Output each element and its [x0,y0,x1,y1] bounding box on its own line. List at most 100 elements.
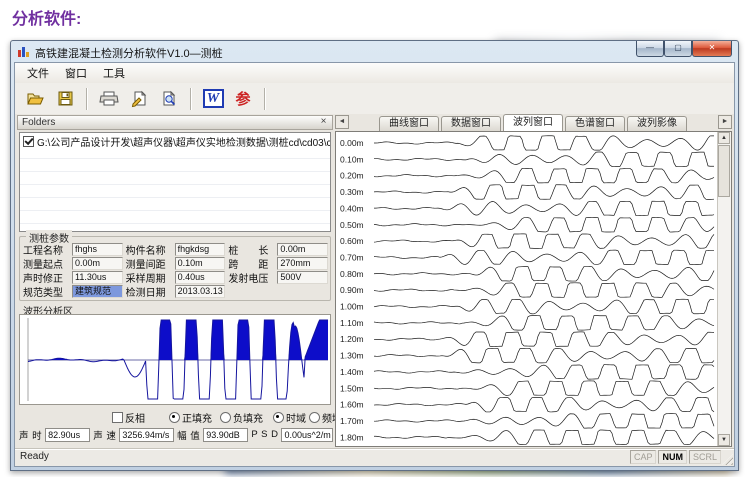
param-grid: 工程名称fhghs构件名称fhgkdsg桩 长0.00m测量起点0.00m测量间… [23,242,328,299]
param-label: 测量起点 [23,256,69,270]
parameter-button[interactable]: 参 [231,87,255,111]
print-setup-button[interactable] [127,87,151,111]
param-value[interactable]: 2013.03.13 [175,285,226,298]
param-field: 检测日期2013.03.13 [126,284,226,298]
tab-scroll-left-icon[interactable]: ◄ [335,115,349,129]
param-value[interactable]: 270mm [277,257,328,270]
depth-label: 0.20m [340,171,364,181]
measure-value[interactable]: 82.90us [45,428,90,442]
depth-label: 0.40m [340,203,364,213]
open-button[interactable] [23,87,47,111]
param-label: 规范类型 [23,284,69,298]
measure-value[interactable]: 3256.94m/s [119,428,174,442]
folder-path: G:\公司产品设计开发\超声仪器\超声仪实地检测数据\测桩cd\cd03\cd0… [37,134,330,148]
invert-checkbox[interactable] [112,412,123,423]
param-value[interactable]: 0.10m [175,257,226,270]
param-value[interactable]: fhgkdsg [175,243,226,256]
wave-train-plot: 0.00m0.10m0.20m0.30m0.40m0.50m0.60m0.70m… [336,132,718,446]
folders-close-icon[interactable]: × [317,116,330,129]
window-titlebar[interactable]: 高铁建混凝土检测分析软件V1.0—测桩 — ▢ ✕ [11,41,738,62]
print-preview-button[interactable] [157,87,181,111]
tab-scroll-right-icon[interactable]: ► [718,115,732,129]
key-indicator-CAP: CAP [630,450,657,464]
tab-数据窗口[interactable]: 数据窗口 [441,116,501,131]
toolbar-separator [86,88,88,110]
depth-label: 1.00m [340,302,364,312]
app-icon [18,46,31,57]
measure-label: P S D [251,429,278,440]
freq-domain-radio[interactable] [309,412,320,423]
param-label: 声时修正 [23,270,69,284]
status-bar: Ready CAPNUMSCRL [15,448,734,466]
analysis-waveform-box[interactable] [19,314,331,405]
negative-fill-radio[interactable] [220,412,231,423]
positive-fill-option[interactable]: 正填充 [169,410,212,425]
tab-色谱窗口[interactable]: 色谱窗口 [565,116,625,131]
measure-label: 声 速 [93,428,116,442]
resize-grip[interactable] [722,454,733,465]
tab-波列窗口[interactable]: 波列窗口 [503,114,563,131]
folder-item[interactable]: G:\公司产品设计开发\超声仪器\超声仪实地检测数据\测桩cd\cd03\cd0… [20,133,330,148]
param-value[interactable]: 0.40us [175,271,226,284]
wave-trace [374,185,714,200]
folders-panel-header[interactable]: Folders × [17,115,333,130]
wave-trace [374,218,714,233]
param-label: 构件名称 [126,242,172,256]
measure-value[interactable]: 93.90dB [203,428,248,442]
page-edit-icon [130,90,148,108]
close-button[interactable]: ✕ [692,41,732,57]
scroll-down-icon[interactable]: ▼ [718,434,730,446]
wave-trace [374,348,714,363]
wave-trace [374,267,714,282]
param-value[interactable]: 500V [277,271,328,284]
param-value[interactable]: 11.30us [72,271,123,284]
param-value[interactable]: 0.00m [72,257,123,270]
measure-value[interactable]: 0.00us^2/m [281,428,333,442]
positive-fill-radio[interactable] [169,412,180,423]
wave-trace [374,316,714,331]
scrollbar-thumb[interactable] [718,145,730,197]
param-value[interactable]: 0.00m [277,243,328,256]
depth-label: 0.10m [340,154,364,164]
menu-item-0[interactable]: 文件 [19,63,57,83]
wave-trace [374,299,714,314]
window-body: 文件窗口工具 [14,62,735,467]
depth-label: 1.10m [340,318,364,328]
maximize-button[interactable]: ▢ [664,41,692,57]
depth-label: 1.60m [340,400,364,410]
tab-曲线窗口[interactable]: 曲线窗口 [379,116,439,131]
folder-list[interactable]: G:\公司产品设计开发\超声仪器\超声仪实地检测数据\测桩cd\cd03\cd0… [19,132,331,232]
folder-checkbox[interactable] [23,136,34,147]
depth-label: 1.70m [340,416,364,426]
tab-strip: ◄ 曲线窗口数据窗口波列窗口色谱窗口波列影像 ► [335,114,732,131]
vertical-scrollbar[interactable]: ▲ ▼ [717,132,731,446]
wave-trace [374,250,714,265]
print-button[interactable] [97,87,121,111]
scroll-up-icon[interactable]: ▲ [718,132,730,144]
depth-label: 0.90m [340,285,364,295]
menu-item-1[interactable]: 窗口 [57,63,95,83]
depth-label: 1.30m [340,351,364,361]
param-field: 工程名称fhghs [23,242,123,256]
key-indicator-SCRL: SCRL [689,450,721,464]
invert-checkbox-option[interactable]: 反相 [112,410,145,425]
menu-item-2[interactable]: 工具 [95,63,133,83]
param-field: 发射电压500V [228,270,328,284]
toolbar: W 参 [15,83,734,115]
param-label: 采样周期 [126,270,172,284]
time-domain-radio[interactable] [273,412,284,423]
measure-label: 声 时 [19,428,42,442]
param-value[interactable]: fhghs [72,243,123,256]
tab-波列影像[interactable]: 波列影像 [627,116,687,131]
depth-label: 0.30m [340,187,364,197]
time-domain-option[interactable]: 时域 [273,410,306,425]
analysis-waveform [20,315,330,404]
word-export-button[interactable]: W [201,87,225,111]
minimize-button[interactable]: — [636,41,664,57]
param-field: 跨 距270mm [228,256,328,270]
wave-train-panel[interactable]: 0.00m0.10m0.20m0.30m0.40m0.50m0.60m0.70m… [335,131,732,447]
page-heading: 分析软件: [12,5,81,29]
save-button[interactable] [53,87,77,111]
negative-fill-option[interactable]: 负填充 [220,410,263,425]
param-value[interactable]: 建筑规范 [72,285,123,298]
